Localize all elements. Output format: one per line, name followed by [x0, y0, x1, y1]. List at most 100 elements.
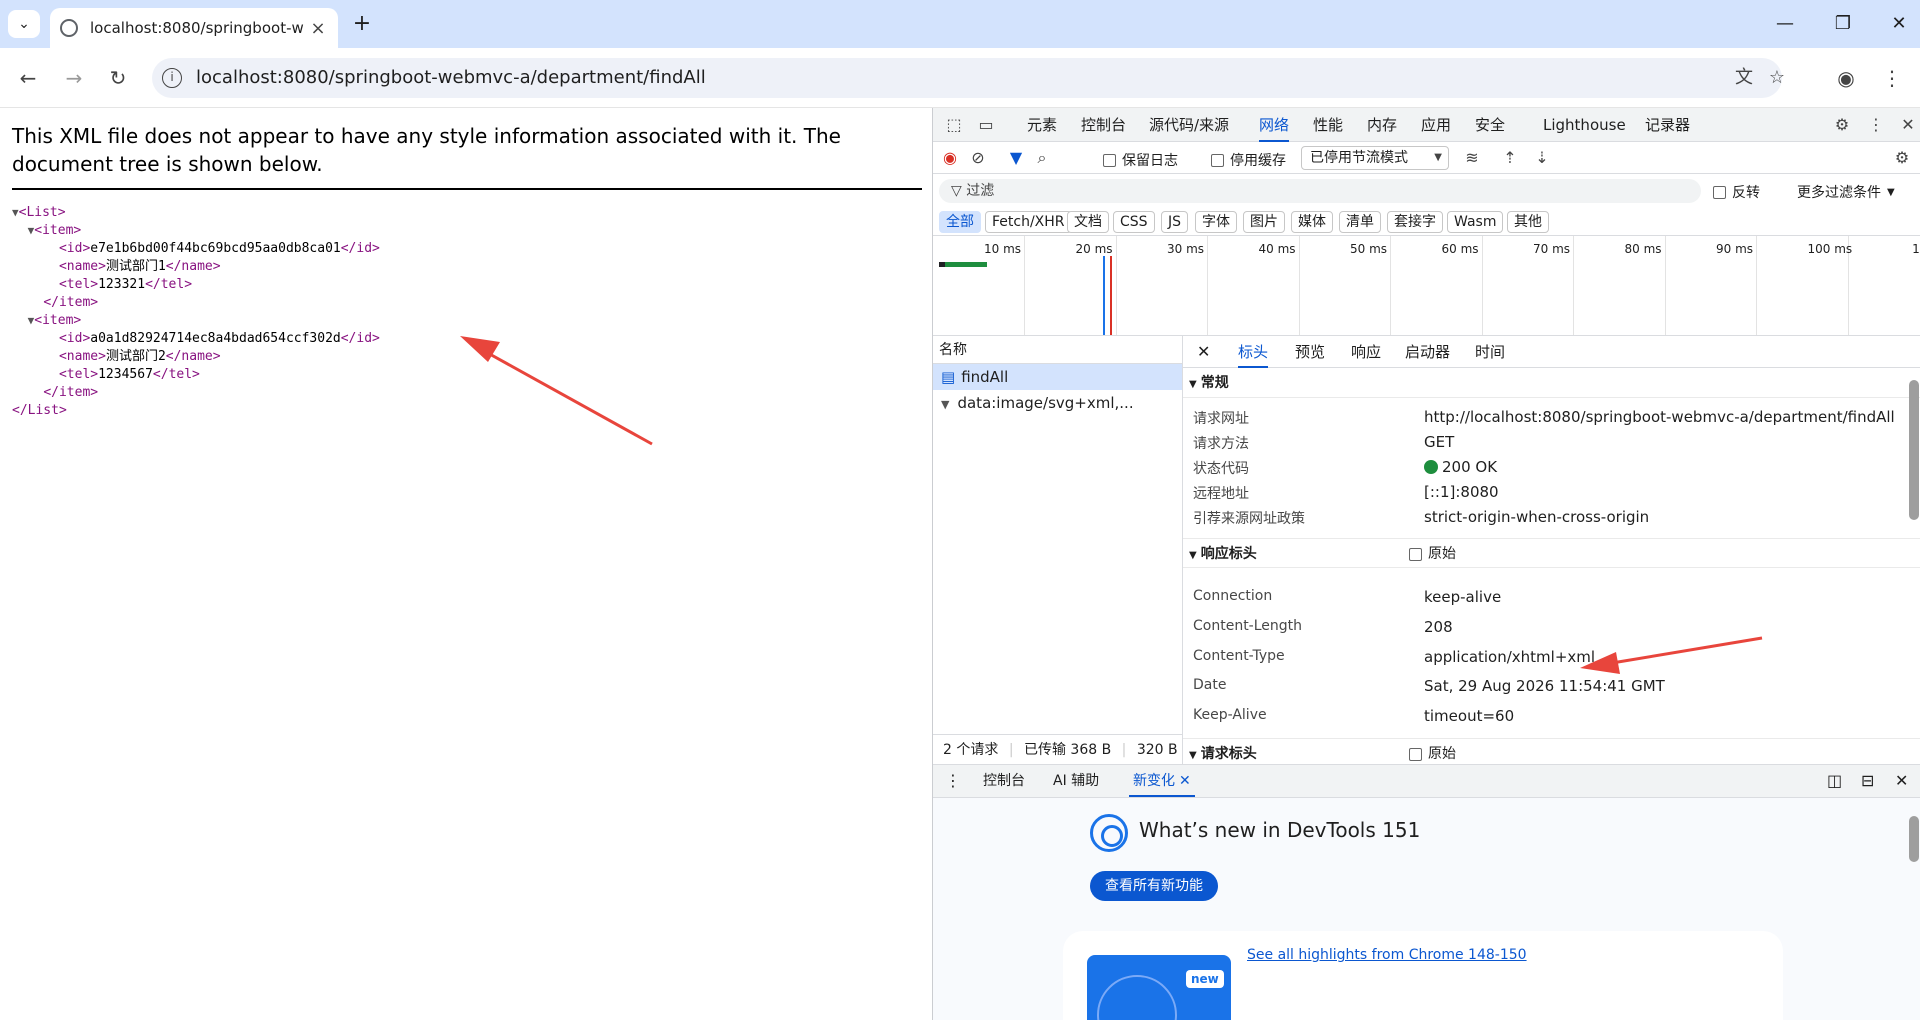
- tab-security[interactable]: 安全: [1475, 108, 1505, 142]
- filter-funnel-icon[interactable]: ▼: [1005, 147, 1027, 169]
- general-section-header[interactable]: ▼ 常规: [1183, 368, 1920, 398]
- inspect-element-icon[interactable]: ⬚: [943, 114, 965, 136]
- raw-checkbox[interactable]: 原始: [1409, 739, 1456, 764]
- item-name: 测试部门2: [105, 349, 166, 364]
- close-icon[interactable]: ✕: [1179, 773, 1191, 789]
- expand-triangle-icon: ▼: [1189, 750, 1197, 761]
- device-toolbar-icon[interactable]: ▭: [975, 114, 997, 136]
- clear-icon[interactable]: ⊘: [967, 147, 989, 169]
- site-info-icon[interactable]: i: [162, 68, 182, 88]
- filter-input[interactable]: ▽ 过滤: [939, 179, 1701, 203]
- restore-button[interactable]: ❐: [1820, 10, 1866, 38]
- tab-preview[interactable]: 预览: [1295, 336, 1325, 368]
- type-filter-4[interactable]: JS: [1161, 211, 1189, 233]
- drawer-tab-whats-new[interactable]: 新变化 ✕: [1129, 765, 1195, 797]
- tab-initiator[interactable]: 启动器: [1405, 336, 1450, 368]
- browser-tab[interactable]: localhost:8080/springboot-w ×: [50, 8, 338, 48]
- type-filter-9[interactable]: 套接字: [1387, 211, 1443, 233]
- timeline-grid-line: [1115, 236, 1117, 335]
- drawer-menu-icon[interactable]: ⋮: [945, 765, 961, 797]
- tab-sources[interactable]: 源代码/来源: [1149, 108, 1229, 142]
- gear-icon[interactable]: ⚙: [1831, 114, 1853, 136]
- minimize-button[interactable]: —: [1762, 10, 1808, 38]
- type-filter-1[interactable]: Fetch/XHR: [985, 211, 1072, 233]
- type-filter-0[interactable]: 全部: [939, 211, 981, 233]
- network-conditions-icon[interactable]: ≋: [1461, 147, 1483, 169]
- new-tab-button[interactable]: +: [350, 12, 374, 36]
- tab-memory[interactable]: 内存: [1367, 108, 1397, 142]
- tab-timing[interactable]: 时间: [1475, 336, 1505, 368]
- name-column-header[interactable]: 名称: [933, 336, 1182, 364]
- close-detail-icon[interactable]: ✕: [1197, 336, 1210, 368]
- translate-icon[interactable]: 文: [1732, 66, 1756, 90]
- timeline-tick-label: 60 ms: [1441, 242, 1479, 256]
- dock-side-icon[interactable]: ◫: [1827, 765, 1842, 797]
- back-button[interactable]: ←: [14, 64, 42, 92]
- throttle-select[interactable]: 已停用节流模式 ▼: [1301, 146, 1449, 170]
- window-close-button[interactable]: ✕: [1876, 10, 1920, 38]
- tab-network[interactable]: 网络: [1259, 108, 1290, 142]
- tab-recorder[interactable]: 记录器: [1645, 108, 1690, 142]
- forward-button[interactable]: →: [60, 64, 88, 92]
- reload-button[interactable]: ↻: [104, 64, 132, 92]
- type-filter-6[interactable]: 图片: [1243, 211, 1285, 233]
- highlights-link[interactable]: See all highlights from Chrome 148-150: [1247, 947, 1527, 963]
- tab-search-button[interactable]: ⌄: [8, 10, 40, 38]
- request-headers-section-header[interactable]: ▼ 请求标头 原始: [1183, 738, 1920, 764]
- bookmark-star-icon[interactable]: ☆: [1765, 66, 1789, 90]
- export-har-icon[interactable]: ⇣: [1531, 147, 1553, 169]
- type-filter-2[interactable]: 文档: [1067, 211, 1109, 233]
- type-filter-11[interactable]: 其他: [1507, 211, 1549, 233]
- collapse-triangle-icon[interactable]: ▼: [12, 206, 19, 219]
- type-filter-3[interactable]: CSS: [1113, 211, 1155, 233]
- more-filters-dropdown[interactable]: 更多过滤条件 ▼: [1797, 182, 1895, 202]
- drawer-scrollbar[interactable]: [1909, 816, 1919, 862]
- network-settings-gear-icon[interactable]: ⚙: [1891, 147, 1913, 169]
- request-list: 名称 ▤ findAll ▼ data:image/svg+xml,... 2 个请…: [933, 336, 1183, 764]
- profile-icon[interactable]: ◉: [1832, 64, 1860, 92]
- record-stop-icon[interactable]: ◉: [939, 147, 961, 169]
- type-filter-8[interactable]: 清单: [1339, 211, 1381, 233]
- drawer-tab-console[interactable]: 控制台: [983, 765, 1025, 797]
- raw-checkbox[interactable]: 原始: [1409, 539, 1456, 569]
- tab-application[interactable]: 应用: [1421, 108, 1451, 142]
- tab-headers[interactable]: 标头: [1238, 336, 1269, 368]
- close-drawer-icon[interactable]: ✕: [1895, 765, 1908, 797]
- detail-scrollbar[interactable]: [1909, 380, 1919, 520]
- chevron-down-icon: ⌄: [18, 16, 30, 32]
- item-tel: 123321: [98, 277, 146, 292]
- invert-checkbox[interactable]: 反转: [1713, 182, 1760, 202]
- timeline-tick-label: 10 ms: [984, 242, 1022, 256]
- address-bar[interactable]: i localhost:8080/springboot-webmvc-a/dep…: [152, 58, 1785, 98]
- type-filter-10[interactable]: Wasm: [1447, 211, 1504, 233]
- see-all-features-button[interactable]: 查看所有新功能: [1090, 871, 1218, 901]
- more-menu-icon[interactable]: ⋮: [1878, 64, 1906, 92]
- preserve-log-checkbox[interactable]: 保留日志: [1103, 150, 1178, 170]
- tab-console[interactable]: 控制台: [1081, 108, 1126, 142]
- disable-cache-checkbox[interactable]: 停用缓存: [1211, 150, 1286, 170]
- close-icon[interactable]: ×: [308, 18, 328, 39]
- more-options-icon[interactable]: ⋮: [1865, 114, 1887, 136]
- tab-elements[interactable]: 元素: [1027, 108, 1057, 142]
- close-devtools-icon[interactable]: ✕: [1897, 114, 1919, 136]
- request-row-svg[interactable]: ▼ data:image/svg+xml,...: [933, 390, 1182, 416]
- drawer-dock-icon[interactable]: ⊟: [1861, 765, 1874, 797]
- type-filter-5[interactable]: 字体: [1195, 211, 1237, 233]
- search-icon[interactable]: ⌕: [1031, 147, 1053, 169]
- tab-lighthouse[interactable]: Lighthouse: [1543, 108, 1626, 142]
- request-bar: [939, 262, 987, 267]
- url-text[interactable]: localhost:8080/springboot-webmvc-a/depar…: [196, 67, 706, 88]
- document-icon: ▤: [941, 368, 956, 386]
- response-headers-section-header[interactable]: ▼ 响应标头 原始: [1183, 538, 1920, 568]
- network-status-bar: 2 个请求 | 已传输 368 B | 320 B: [933, 734, 1183, 764]
- type-filter-7[interactable]: 媒体: [1291, 211, 1333, 233]
- network-overview-timeline[interactable]: 10 ms 20 ms 30 ms 40 ms 50 ms 60 ms 70 ms 80 ms…: [933, 236, 1920, 336]
- tab-response[interactable]: 响应: [1351, 336, 1381, 368]
- tab-performance[interactable]: 性能: [1313, 108, 1343, 142]
- import-har-icon[interactable]: ⇡: [1499, 147, 1521, 169]
- timeline-grid-line: [1573, 236, 1574, 335]
- drawer-tab-ai-assistance[interactable]: AI 辅助: [1053, 765, 1099, 797]
- whats-new-panel: What’s new in DevTools 151 查看所有新功能 new S…: [933, 798, 1920, 1020]
- request-row-findall[interactable]: ▤ findAll: [933, 364, 1182, 390]
- request-bar-start: [939, 262, 945, 267]
